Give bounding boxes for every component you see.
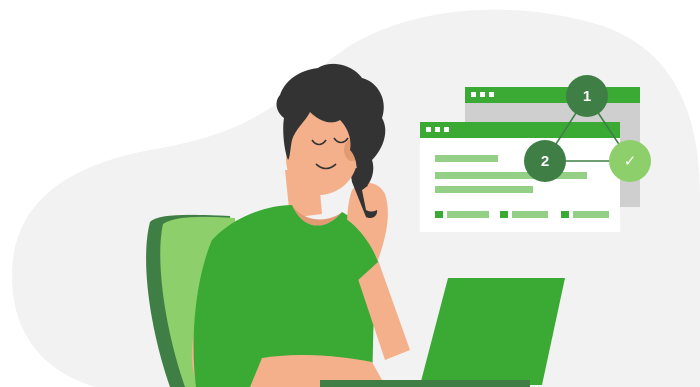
checkmark-icon: ✓	[609, 140, 651, 182]
step-2-circle: 2	[524, 140, 566, 182]
illustration-stage: 1 2 ✓	[0, 0, 700, 387]
content-line	[435, 186, 533, 193]
content-line	[435, 172, 587, 179]
svg-text:2: 2	[541, 153, 549, 170]
content-line	[435, 155, 498, 162]
step-1-circle: 1	[566, 75, 608, 117]
browser-window-front	[420, 122, 620, 232]
svg-text:1: 1	[583, 88, 591, 105]
illustration-svg: 1 2 ✓	[11, 9, 700, 387]
svg-text:✓: ✓	[624, 152, 637, 170]
